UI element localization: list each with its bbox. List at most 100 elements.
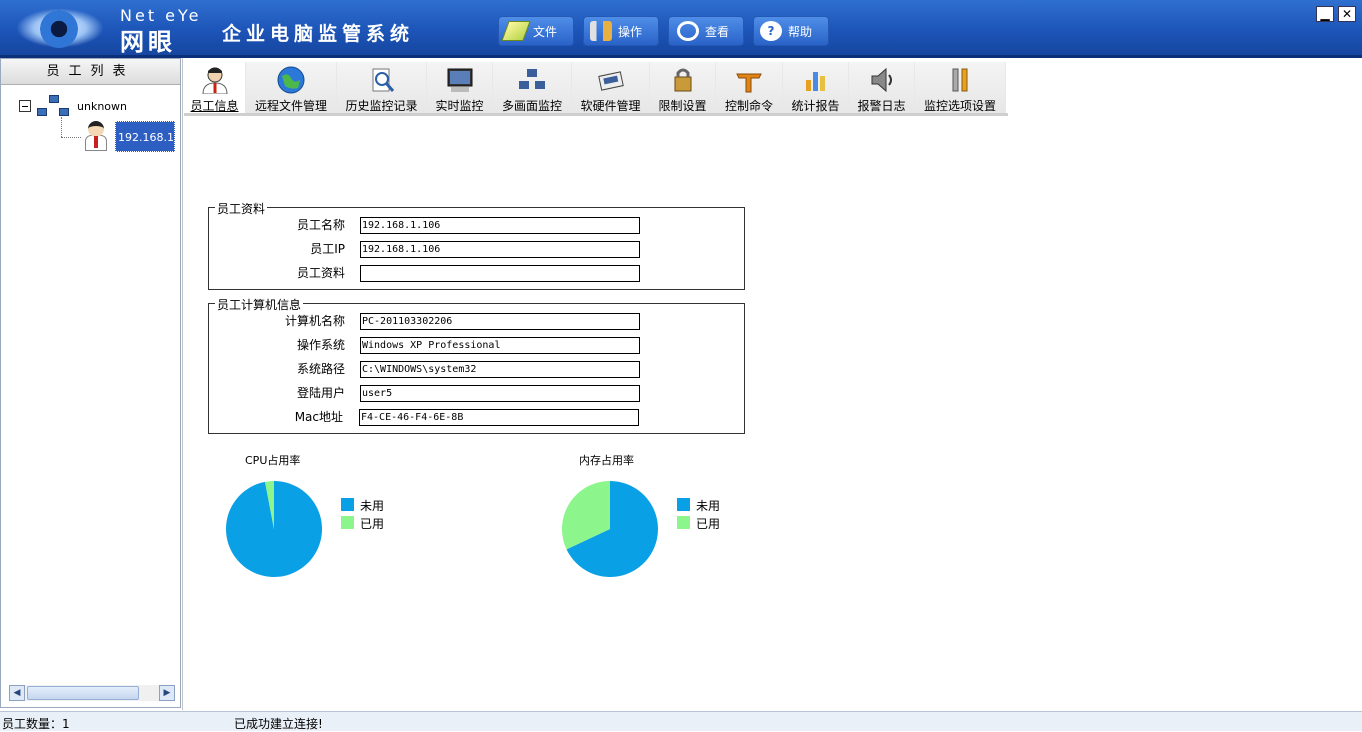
tab-control[interactable]: 控制命令 (716, 62, 783, 116)
search-doc-icon (372, 68, 394, 92)
menu-view-label: 查看 (705, 24, 730, 39)
close-button[interactable]: ✕ (1338, 6, 1356, 22)
system-path-field[interactable]: C:\WINDOWS\system32 (360, 361, 640, 378)
collapse-icon[interactable] (19, 100, 31, 112)
employee-ip-label: 员工IP (310, 242, 345, 256)
mac-address-field[interactable]: F4-CE-46-F4-6E-8B (359, 409, 639, 426)
tab-label: 员工信息 (190, 99, 239, 113)
magnifier-icon (677, 21, 699, 41)
tab-alarm-log[interactable]: 报警日志 (849, 62, 915, 116)
tree-root-node[interactable]: unknown (19, 95, 127, 117)
cpu-legend-unused-label: 未用 (360, 499, 385, 513)
tab-statistics[interactable]: 统计报告 (783, 62, 849, 116)
memory-usage-pie (562, 481, 658, 577)
globe-icon (277, 66, 305, 94)
tab-multi-screen[interactable]: 多画面监控 (493, 62, 572, 116)
employee-name-label: 员工名称 (296, 218, 345, 232)
file-icon (501, 21, 531, 41)
os-label: 操作系统 (296, 338, 345, 352)
brand-chinese: 网眼 (120, 28, 176, 56)
scroll-thumb[interactable] (27, 686, 139, 700)
command-icon (736, 73, 762, 93)
memory-legend-used-swatch (677, 516, 690, 529)
tab-label: 历史监控记录 (345, 99, 418, 113)
settings-icon (952, 68, 968, 92)
computer-name-field[interactable]: PC-201103302206 (360, 313, 640, 330)
multi-screen-icon (519, 69, 545, 89)
menu-operation-button[interactable]: 操作 (583, 16, 659, 46)
minimize-button[interactable]: ▁ (1316, 6, 1334, 22)
tab-label: 软硬件管理 (580, 99, 641, 113)
employee-info-group: 员工资料 员工名称 192.168.1.106 员工IP 192.168.1.1… (208, 200, 745, 290)
tree-root-label: unknown (77, 99, 127, 113)
network-group-icon (37, 95, 71, 117)
tab-label: 控制命令 (724, 99, 773, 113)
hardware-icon (597, 71, 624, 91)
employee-list-panel: 员工列表 unknown 192.168.1 ◀ ▶ (0, 58, 181, 708)
employee-profile-label: 员工资料 (296, 266, 345, 280)
lock-icon (674, 68, 691, 92)
menu-view-button[interactable]: 查看 (668, 16, 744, 46)
memory-legend-unused-swatch (677, 498, 690, 511)
employee-profile-field[interactable] (360, 265, 640, 282)
menu-file-label: 文件 (533, 24, 558, 39)
tab-label: 限制设置 (658, 99, 707, 113)
tools-icon (590, 21, 612, 41)
tab-label: 报警日志 (857, 99, 906, 113)
help-icon: ? (760, 21, 782, 41)
tab-label: 远程文件管理 (254, 99, 327, 113)
tab-employee-info[interactable]: 员工信息 (184, 62, 246, 116)
employee-user-icon (83, 121, 109, 151)
scroll-left-button[interactable]: ◀ (9, 685, 25, 701)
employee-list-header: 员工列表 (1, 59, 180, 85)
cpu-chart-title: CPU占用率 (245, 454, 301, 467)
computer-info-title: 员工计算机信息 (215, 296, 304, 313)
status-bar: 员工数量：1 已成功建立连接! (0, 711, 1362, 731)
memory-legend-used-label: 已用 (696, 517, 721, 531)
menu-operation-label: 操作 (618, 24, 643, 39)
connection-status: 已成功建立连接! (234, 717, 323, 731)
menu-help-button[interactable]: ? 帮助 (753, 16, 829, 46)
memory-legend-unused-label: 未用 (696, 499, 721, 513)
os-field[interactable]: Windows XP Professional (360, 337, 640, 354)
menu-help-label: 帮助 (788, 24, 813, 39)
employee-count: 员工数量：1 (2, 717, 70, 731)
app-title: 企业电脑监管系统 (222, 23, 415, 45)
tab-restriction[interactable]: 限制设置 (650, 62, 716, 116)
employee-ip-field[interactable]: 192.168.1.106 (360, 241, 640, 258)
computer-info-group: 员工计算机信息 计算机名称 PC-201103302206 操作系统 Windo… (208, 296, 745, 434)
menu-file-button[interactable]: 文件 (498, 16, 574, 46)
tab-remote-file[interactable]: 远程文件管理 (246, 62, 337, 116)
tab-label: 实时监控 (435, 99, 484, 113)
tab-label: 统计报告 (791, 99, 840, 113)
monitor-icon (447, 68, 472, 92)
tab-label: 多画面监控 (501, 99, 562, 113)
employee-name-field[interactable]: 192.168.1.106 (360, 217, 640, 234)
top-menu: 文件 操作 查看 ? 帮助 (498, 16, 829, 46)
tab-monitor-options[interactable]: 监控选项设置 (915, 62, 1006, 116)
scroll-right-button[interactable]: ▶ (159, 685, 175, 701)
computer-name-label: 计算机名称 (284, 314, 345, 328)
horizontal-scrollbar[interactable]: ◀ ▶ (9, 685, 175, 701)
login-user-field[interactable]: user5 (360, 385, 640, 402)
speaker-icon (871, 67, 892, 93)
cpu-usage-pie (226, 481, 322, 577)
title-bar: Net eYe 网眼 企业电脑监管系统 文件 操作 查看 ? 帮助 ▁ ✕ (0, 0, 1362, 58)
scroll-track[interactable] (25, 685, 159, 701)
eye-logo-icon (0, 0, 120, 56)
tab-label: 监控选项设置 (923, 99, 996, 113)
function-tabs: 员工信息 远程文件管理 历史监控记录 实时监控 多画面监控 软硬件管理 限制设置… (184, 62, 1006, 116)
report-icon (805, 72, 825, 91)
tabs-baseline (184, 113, 1008, 116)
tree-connector (61, 117, 62, 137)
user-icon (201, 67, 228, 94)
system-path-label: 系统路径 (296, 362, 345, 376)
tab-hardware[interactable]: 软硬件管理 (572, 62, 650, 116)
memory-chart-title: 内存占用率 (579, 454, 634, 467)
tab-realtime[interactable]: 实时监控 (427, 62, 493, 116)
tree-connector (61, 137, 81, 138)
tab-history[interactable]: 历史监控记录 (337, 62, 427, 116)
cpu-legend-used-swatch (341, 516, 354, 529)
employee-info-title: 员工资料 (215, 200, 268, 217)
tree-employee-node[interactable]: 192.168.1 (115, 121, 175, 152)
